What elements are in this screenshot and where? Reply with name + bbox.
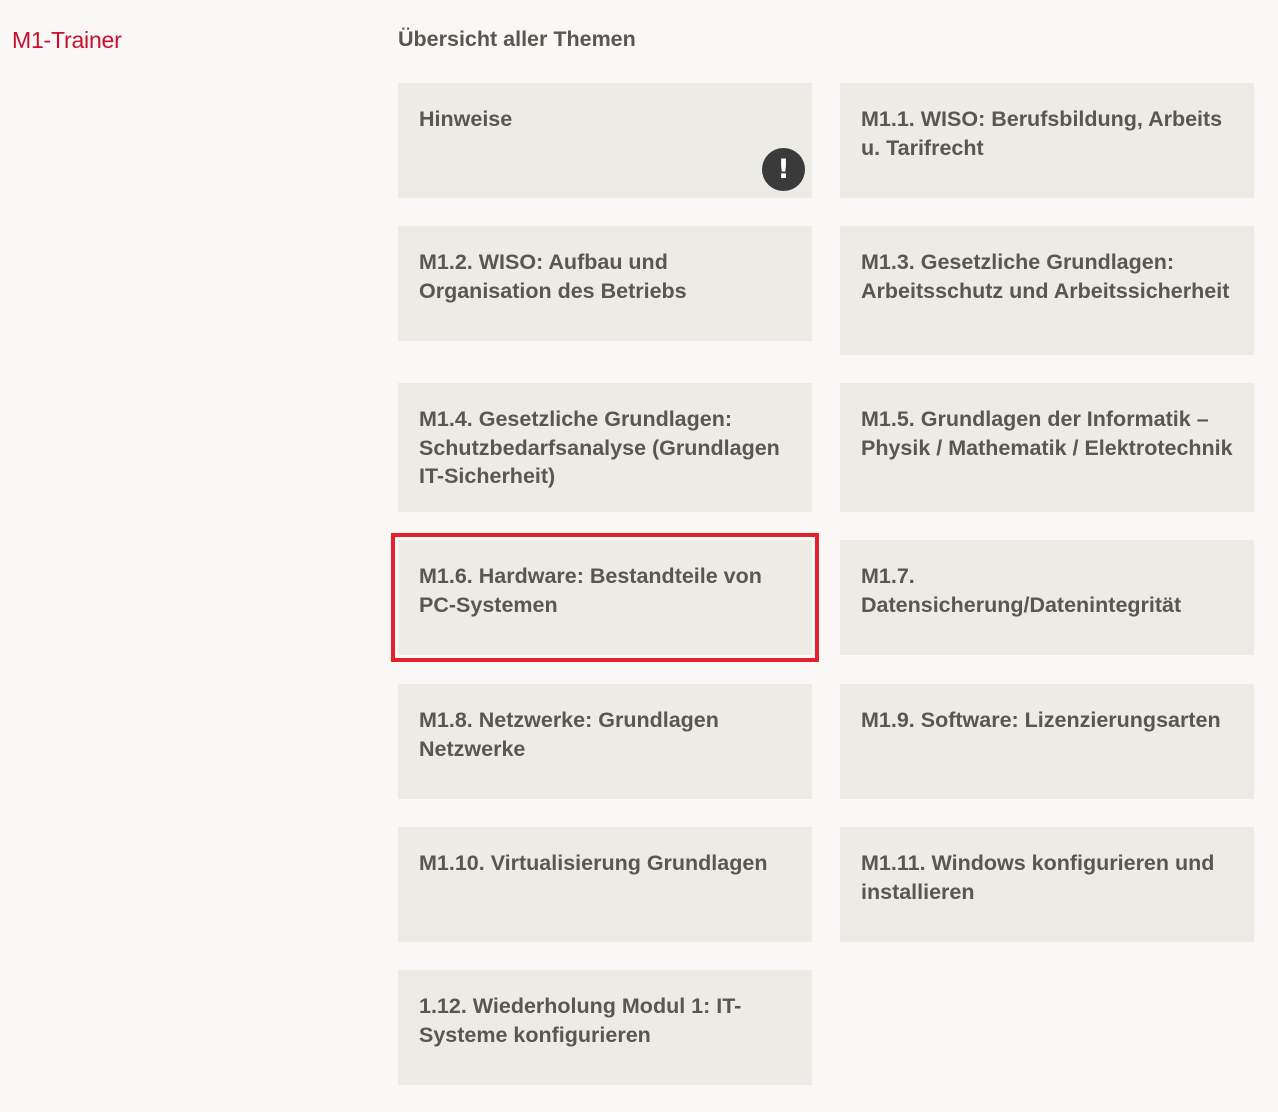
topic-label: Hinweise	[419, 107, 513, 131]
exclamation-icon: !	[762, 148, 805, 191]
topic-tile-m1-5[interactable]: M1.5. Grundlagen der Informatik – Physik…	[840, 383, 1254, 512]
topic-tile-m1-1[interactable]: M1.1. WISO: Berufsbildung, Arbeits u. Ta…	[840, 83, 1254, 198]
topic-tile-m1-10[interactable]: M1.10. Virtualisierung Grundlagen	[398, 827, 812, 942]
topic-label: M1.1. WISO: Berufsbildung, Arbeits u. Ta…	[861, 107, 1223, 160]
topic-label: M1.2. WISO: Aufbau und Organisation des …	[419, 250, 687, 303]
topic-label: M1.7. Datensicherung/Datenintegrität	[861, 564, 1182, 617]
topic-tile-m1-9[interactable]: M1.9. Software: Lizenzierungsarten	[840, 684, 1254, 799]
topic-label: M1.4. Gesetzliche Grundlagen: Schutzbeda…	[419, 407, 780, 489]
topic-tile-m1-3[interactable]: M1.3. Gesetzliche Grundlagen: Arbeitssch…	[840, 226, 1254, 355]
topic-tile-m1-4[interactable]: M1.4. Gesetzliche Grundlagen: Schutzbeda…	[398, 383, 812, 512]
topic-label: M1.6. Hardware: Bestandteile von PC-Syst…	[419, 564, 762, 617]
page-title: Übersicht aller Themen	[398, 27, 636, 51]
topic-label: M1.8. Netzwerke: Grundlagen Netzwerke	[419, 708, 719, 761]
brand-link[interactable]: M1-Trainer	[12, 27, 122, 54]
topic-tile-m1-8[interactable]: M1.8. Netzwerke: Grundlagen Netzwerke	[398, 684, 812, 799]
topic-label: M1.10. Virtualisierung Grundlagen	[419, 851, 768, 875]
topic-label: M1.11. Windows konfigurieren und install…	[861, 851, 1215, 904]
topic-tile-m1-11[interactable]: M1.11. Windows konfigurieren und install…	[840, 827, 1254, 942]
topic-tile-hinweise[interactable]: Hinweise !	[398, 83, 812, 198]
topic-tile-m1-7[interactable]: M1.7. Datensicherung/Datenintegrität	[840, 540, 1254, 655]
topic-label: M1.9. Software: Lizenzierungsarten	[861, 708, 1221, 732]
topic-tile-m1-6[interactable]: M1.6. Hardware: Bestandteile von PC-Syst…	[391, 533, 819, 662]
topic-label: M1.3. Gesetzliche Grundlagen: Arbeitssch…	[861, 250, 1230, 303]
topic-label: 1.12. Wiederholung Modul 1: IT-Systeme k…	[419, 994, 742, 1047]
topic-tile-m1-2[interactable]: M1.2. WISO: Aufbau und Organisation des …	[398, 226, 812, 341]
topic-label: M1.5. Grundlagen der Informatik – Physik…	[861, 407, 1233, 460]
topic-tile-1-12[interactable]: 1.12. Wiederholung Modul 1: IT-Systeme k…	[398, 970, 812, 1085]
